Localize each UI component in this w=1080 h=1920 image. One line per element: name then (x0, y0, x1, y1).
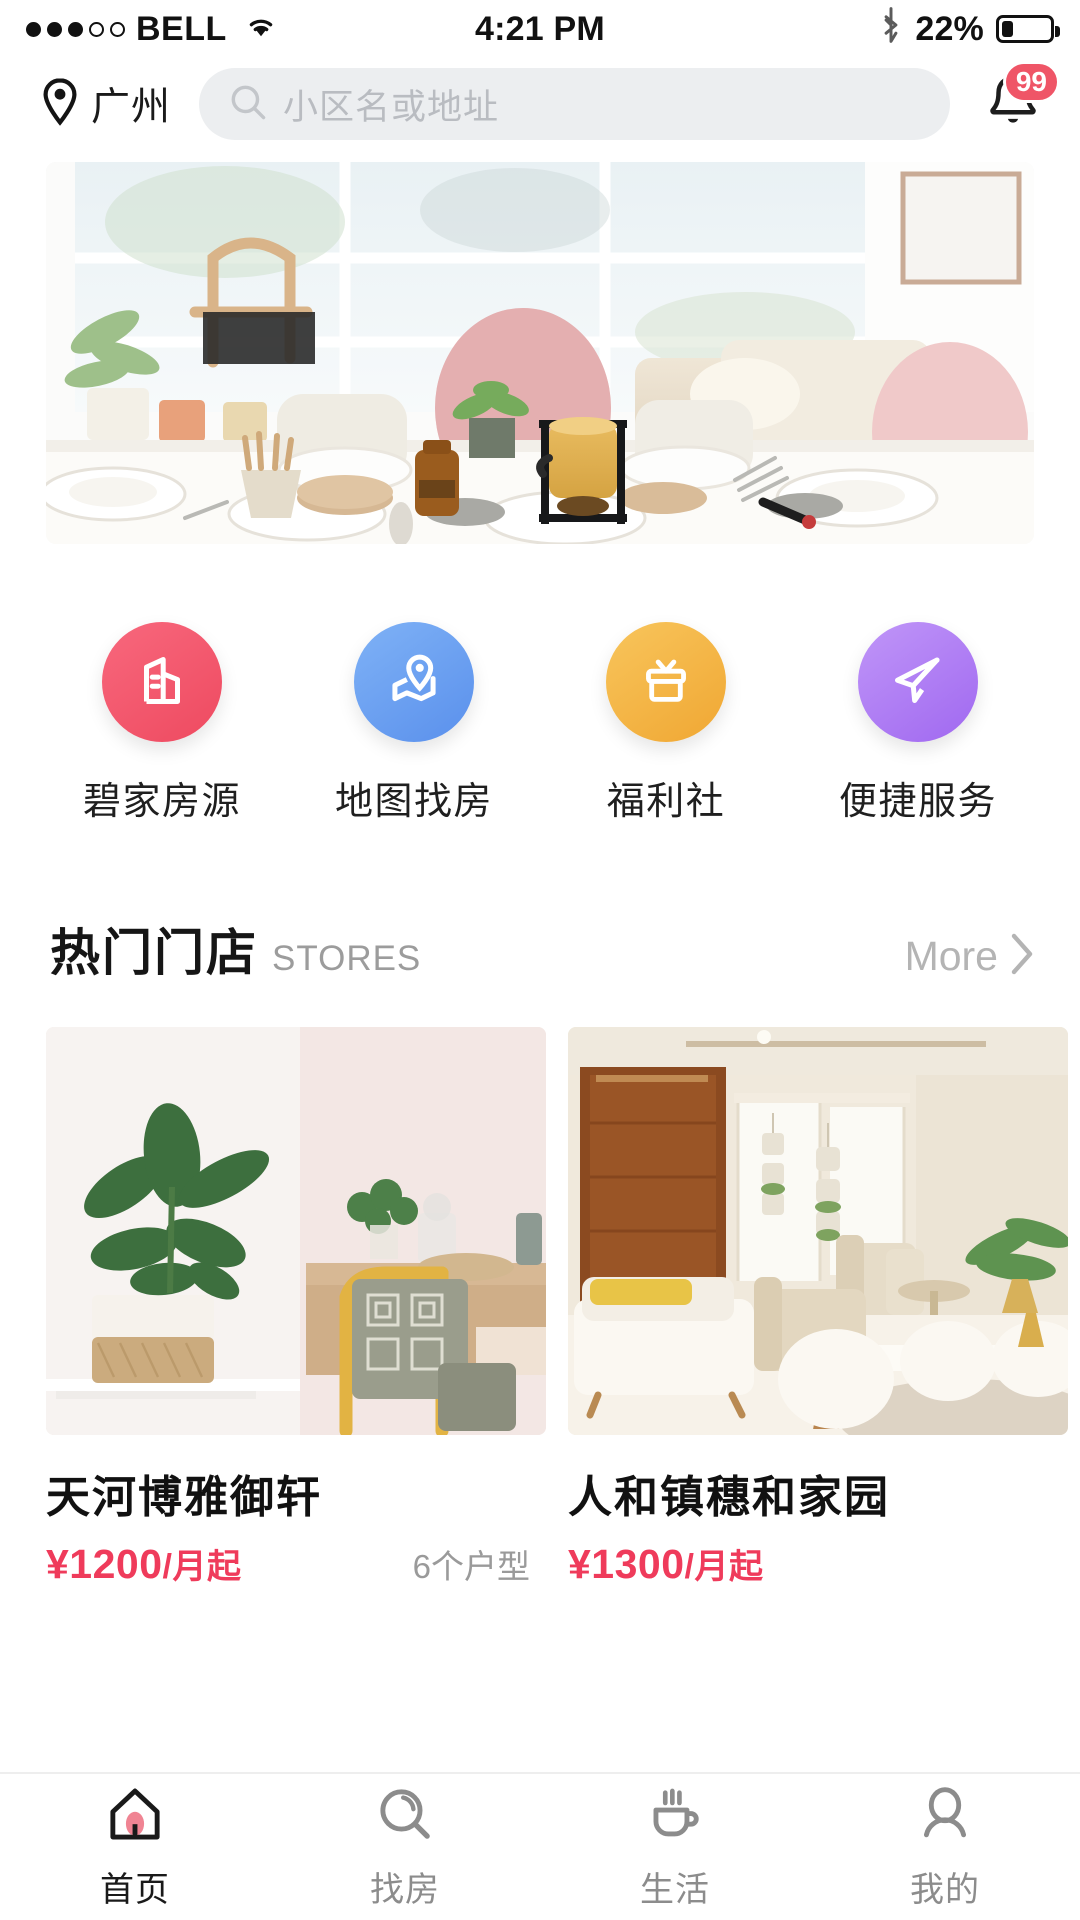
store-card-image (46, 1027, 546, 1435)
paper-plane-icon (887, 649, 949, 716)
store-meta: ¥1200/月起 6个户型 (46, 1539, 546, 1588)
bottom-tab-bar: 首页 找房 生活 我的 (0, 1772, 1080, 1920)
tab-life[interactable]: 生活 (540, 1783, 810, 1911)
search-icon (374, 1783, 436, 1850)
tab-profile[interactable]: 我的 (810, 1783, 1080, 1911)
store-price-unit: /月起 (162, 1548, 242, 1586)
chevron-right-icon (1010, 932, 1034, 981)
section-title: 热门门店 (50, 925, 258, 981)
hero-banner-section (0, 150, 1080, 544)
app-screen: BELL 4:21 PM 22% 广州 小区名或地址 99 碧家房源 地图找房 … (0, 0, 1080, 1920)
store-unit-types: 6个户型 (412, 1548, 530, 1585)
notification-badge: 99 (1002, 61, 1060, 103)
section-subtitle: STORES (272, 939, 422, 978)
status-bar-right: 22% (605, 7, 1060, 51)
battery-percent-label: 22% (915, 9, 984, 48)
quick-action-convenient-service[interactable]: 便捷服务 (818, 622, 1018, 825)
coffee-cup-icon (644, 1783, 706, 1850)
hero-banner-image (46, 162, 1034, 544)
quick-action-welfare[interactable]: 福利社 (566, 622, 766, 825)
more-label: More (904, 933, 998, 979)
stores-section-header: 热门门店 STORES More (0, 825, 1080, 985)
tab-label: 生活 (640, 1871, 710, 1909)
quick-action-circle (606, 622, 726, 742)
battery-icon (996, 15, 1060, 43)
status-bar: BELL 4:21 PM 22% (0, 0, 1080, 58)
building-icon (131, 649, 193, 716)
location-pin-icon (38, 76, 82, 133)
wifi-icon (242, 10, 280, 48)
store-price: ¥1300/月起 (568, 1541, 764, 1587)
notification-button[interactable]: 99 (974, 61, 1060, 143)
store-name: 人和镇穗和家园 (568, 1473, 890, 1522)
tab-label: 找房 (370, 1871, 440, 1909)
store-card-image (568, 1027, 1068, 1435)
quick-action-label: 便捷服务 (838, 781, 997, 823)
hero-banner[interactable] (46, 162, 1034, 544)
stores-card-list: 天河博雅御轩 ¥1200/月起 6个户型 人和镇穗和家园 ¥1300/月起 (0, 985, 1080, 1588)
location-selector[interactable]: 广州 (38, 76, 171, 133)
quick-action-label: 福利社 (606, 781, 726, 823)
tab-find-house[interactable]: 找房 (270, 1783, 540, 1911)
quick-action-map-search[interactable]: 地图找房 (314, 622, 514, 825)
home-icon (104, 1783, 166, 1850)
app-header: 广州 小区名或地址 99 (0, 58, 1080, 150)
quick-action-circle (354, 622, 474, 742)
bluetooth-icon (879, 7, 903, 51)
tab-label: 我的 (910, 1871, 980, 1909)
carrier-label: BELL (136, 9, 227, 48)
store-price-unit: /月起 (684, 1548, 764, 1586)
search-icon (229, 83, 267, 126)
quick-action-circle (858, 622, 978, 742)
search-input[interactable]: 小区名或地址 (199, 68, 950, 140)
store-card[interactable]: 天河博雅御轩 ¥1200/月起 6个户型 (46, 1027, 546, 1588)
more-stores-link[interactable]: More (905, 932, 1034, 981)
tab-home[interactable]: 首页 (0, 1783, 270, 1911)
city-label: 广州 (91, 86, 172, 129)
user-icon (914, 1783, 976, 1850)
quick-action-label: 地图找房 (334, 781, 493, 823)
store-card[interactable]: 人和镇穗和家园 ¥1300/月起 (568, 1027, 1068, 1588)
plant-and-chair-interior-image (46, 1027, 546, 1435)
living-room-wood-door-interior-image (568, 1027, 1068, 1435)
store-price: ¥1200/月起 (46, 1541, 242, 1587)
gift-box-icon (636, 650, 696, 715)
quick-action-biyi-housing[interactable]: 碧家房源 (62, 622, 262, 825)
status-bar-clock: 4:21 PM (475, 9, 605, 48)
store-name: 天河博雅御轩 (46, 1473, 322, 1522)
quick-action-circle (102, 622, 222, 742)
search-placeholder: 小区名或地址 (283, 87, 500, 127)
store-meta: ¥1300/月起 (568, 1539, 1068, 1588)
quick-action-label: 碧家房源 (82, 781, 241, 823)
map-pin-icon (383, 649, 445, 716)
status-bar-left: BELL (26, 10, 475, 49)
tab-label: 首页 (100, 1871, 170, 1909)
quick-actions-row: 碧家房源 地图找房 福利社 便捷服务 (0, 544, 1080, 825)
signal-strength-icon (26, 21, 125, 37)
